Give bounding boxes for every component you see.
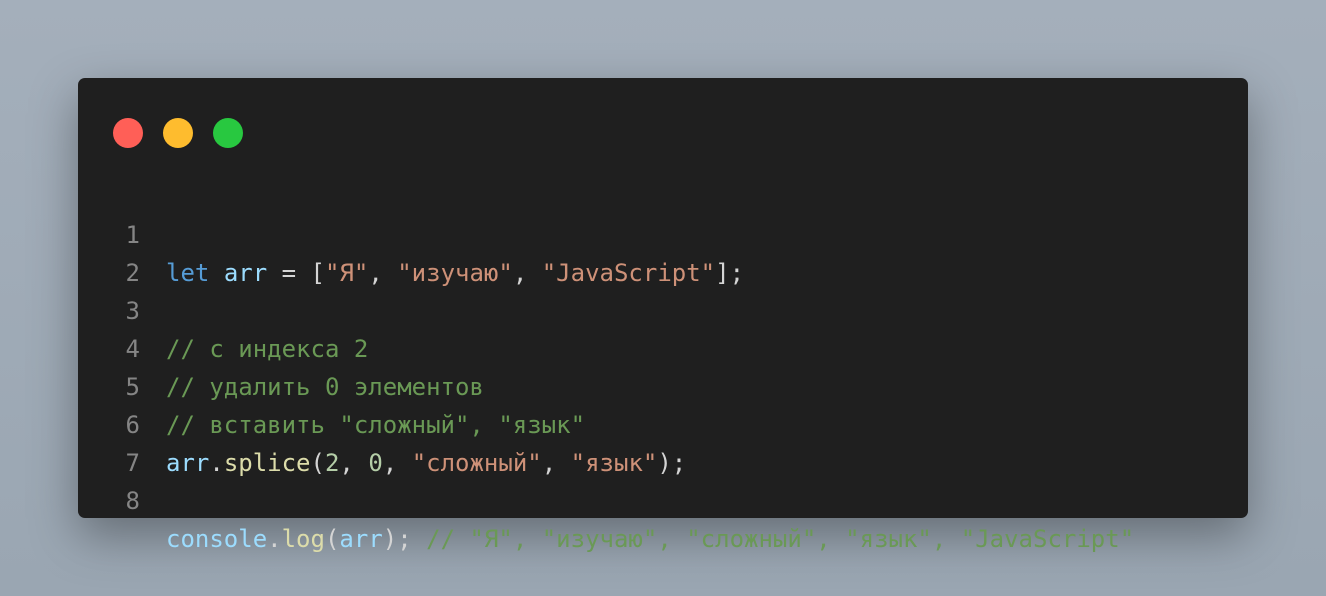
maximize-dot[interactable]	[213, 118, 243, 148]
code-line: 7	[78, 406, 1248, 477]
line-content: console.log(arr); // "Я", "изучаю", "сло…	[166, 520, 1134, 558]
code-line: 3 // с индекса 2	[78, 254, 1248, 363]
window-controls	[113, 118, 243, 148]
code-token-variable: arr	[339, 525, 383, 553]
code-line: 5 // вставить "сложный", "язык"	[78, 330, 1248, 439]
code-window: 1 let arr = ["Я", "изучаю", "JavaScript"…	[78, 78, 1248, 553]
code-line: 1 let arr = ["Я", "изучаю", "JavaScript"…	[78, 178, 1248, 287]
code-token-punctuation: .	[267, 525, 282, 553]
code-line: 2	[78, 216, 1248, 287]
code-editor[interactable]: 1 let arr = ["Я", "изучаю", "JavaScript"…	[78, 178, 1248, 553]
code-token-variable: console	[166, 525, 268, 553]
close-dot[interactable]	[113, 118, 143, 148]
code-token-function: log	[281, 525, 325, 553]
code-token-comment: // "Я", "изучаю", "сложный", "язык", "Ja…	[426, 525, 1135, 553]
code-token-punctuation: (	[324, 525, 340, 553]
minimize-dot[interactable]	[163, 118, 193, 148]
line-number: 8	[125, 487, 140, 515]
code-line: 6 arr.splice(2, 0, "сложный", "язык");	[78, 368, 1248, 477]
code-line: 8 console.log(arr); // "Я", "изучаю", "с…	[78, 444, 1248, 553]
code-token-punctuation: );	[382, 525, 427, 553]
code-line: 4 // удалить 0 элементов	[78, 292, 1248, 401]
